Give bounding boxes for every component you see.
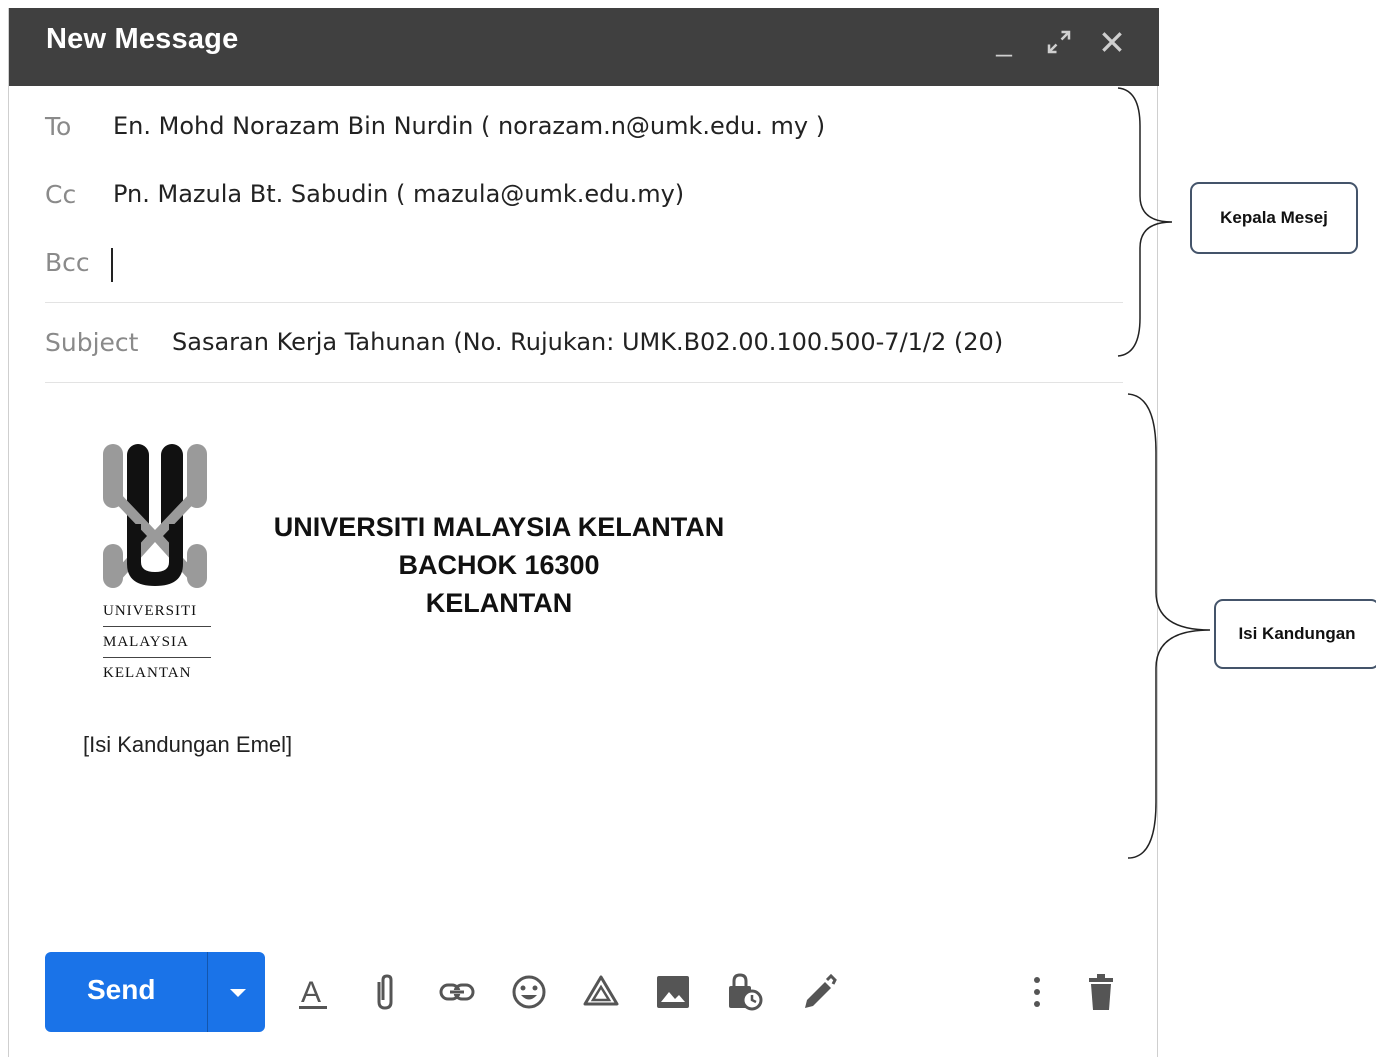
confidential-icon[interactable] <box>725 970 765 1014</box>
letterhead-line-2: BACHOK 16300 <box>398 550 600 580</box>
logo-wordmark: UNIVERSITI MALAYSIA KELANTAN <box>103 596 221 688</box>
signature-icon[interactable] <box>797 970 837 1014</box>
emoji-icon[interactable] <box>509 970 549 1014</box>
logo-word: MALAYSIA <box>103 634 189 650</box>
send-label: Send <box>87 974 156 1005</box>
header-brace <box>1117 87 1173 357</box>
svg-text:A: A <box>301 976 321 1009</box>
compose-toolbar: Send A <box>9 948 1159 1038</box>
attach-icon[interactable] <box>365 970 405 1014</box>
more-options-icon[interactable] <box>1017 970 1057 1014</box>
expand-icon <box>1047 30 1071 54</box>
close-icon <box>1102 32 1122 52</box>
letterhead-address: UNIVERSITI MALAYSIA KELANTAN BACHOK 1630… <box>229 508 769 622</box>
discard-icon[interactable] <box>1081 970 1121 1014</box>
to-label: To <box>45 112 72 141</box>
compose-window: New Message _ To En. Mohd Norazam Bin Nu… <box>8 8 1159 1057</box>
text-format-icon[interactable]: A <box>293 970 333 1014</box>
text-cursor <box>111 248 113 282</box>
logo-word: KELANTAN <box>103 665 192 681</box>
body-brace <box>1127 393 1211 859</box>
subject-label: Subject <box>45 328 139 357</box>
letterhead-line-3: KELANTAN <box>425 588 573 618</box>
cc-recipient[interactable]: Pn. Mazula Bt. Sabudin ( mazula@umk.edu.… <box>113 180 684 208</box>
send-options-chevron-down-icon[interactable] <box>230 989 246 997</box>
compose-titlebar: New Message _ <box>9 8 1159 86</box>
photo-icon[interactable] <box>653 970 693 1014</box>
body-annotation: Isi Kandungan <box>1214 599 1376 669</box>
minimize-button[interactable]: _ <box>987 22 1021 62</box>
close-button[interactable] <box>1095 22 1129 62</box>
bcc-input[interactable] <box>109 248 113 282</box>
logo-word: UNIVERSITI <box>103 603 198 619</box>
letterhead-line-1: UNIVERSITI MALAYSIA KELANTAN <box>273 512 725 542</box>
send-button[interactable]: Send <box>45 952 265 1032</box>
to-recipient[interactable]: En. Mohd Norazam Bin Nurdin ( norazam.n@… <box>113 112 825 140</box>
bcc-label: Bcc <box>45 248 90 277</box>
drive-icon[interactable] <box>581 970 621 1014</box>
expand-button[interactable] <box>1042 22 1076 62</box>
message-body[interactable]: [Isi Kandungan Emel] <box>83 732 292 758</box>
link-icon[interactable] <box>437 970 477 1014</box>
subject-input[interactable]: Sasaran Kerja Tahunan (No. Rujukan: UMK.… <box>172 328 1003 356</box>
divider <box>45 382 1123 383</box>
compose-title: New Message <box>46 23 239 55</box>
send-split-divider <box>207 952 208 1032</box>
cc-label: Cc <box>45 180 77 209</box>
header-annotation: Kepala Mesej <box>1190 182 1358 254</box>
divider <box>45 302 1123 303</box>
